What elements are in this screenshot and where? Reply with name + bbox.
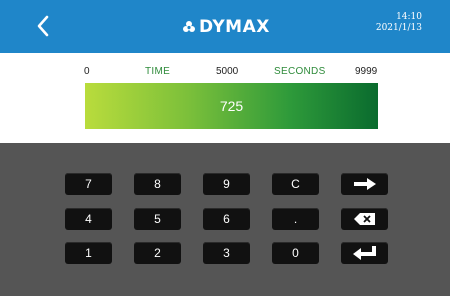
key-3[interactable]: 3 xyxy=(203,242,250,264)
key-label: 4 xyxy=(85,212,92,226)
key-8[interactable]: 8 xyxy=(134,173,181,195)
key-label: 5 xyxy=(154,212,161,226)
time-gradient-bar[interactable]: 725 xyxy=(85,83,378,129)
scale-min: 0 xyxy=(84,66,90,77)
key-label: 1 xyxy=(85,246,92,260)
key-label: 8 xyxy=(154,177,161,191)
keypad: 7 8 9 C 4 5 6 . 1 2 3 0 xyxy=(0,143,450,296)
clock-time: 14:10 xyxy=(396,12,422,22)
key-clear[interactable]: C xyxy=(272,173,319,195)
time-label: TIME xyxy=(145,66,171,77)
key-label: 6 xyxy=(223,212,230,226)
dymax-logo: DYMAX xyxy=(182,16,270,38)
scale-mid: 5000 xyxy=(216,66,239,77)
time-scale: 0 TIME 5000 SECONDS 9999 xyxy=(0,66,450,80)
backspace-icon xyxy=(353,213,375,225)
key-decimal[interactable]: . xyxy=(272,208,319,230)
chevron-left-icon xyxy=(37,15,49,37)
logo-flower-icon xyxy=(183,21,195,32)
next-button[interactable] xyxy=(341,173,388,195)
back-button[interactable] xyxy=(31,12,55,40)
key-label: 3 xyxy=(223,246,230,260)
key-label: 9 xyxy=(223,177,230,191)
key-6[interactable]: 6 xyxy=(203,208,250,230)
arrow-right-icon xyxy=(353,178,376,190)
key-label: 7 xyxy=(85,177,92,191)
logo-text: DYMAX xyxy=(199,17,270,37)
key-label: C xyxy=(291,177,300,191)
seconds-label: SECONDS xyxy=(274,66,326,77)
backspace-button[interactable] xyxy=(341,208,388,230)
key-label: 0 xyxy=(292,246,299,260)
key-0[interactable]: 0 xyxy=(272,242,319,264)
key-1[interactable]: 1 xyxy=(65,242,112,264)
enter-button[interactable] xyxy=(341,242,388,264)
header-bar: DYMAX 14:10 2021/1/13 xyxy=(0,0,450,53)
clock-date: 2021/1/13 xyxy=(375,23,422,33)
scale-max: 9999 xyxy=(355,66,378,77)
time-value: 725 xyxy=(219,98,244,114)
datetime: 14:10 2021/1/13 xyxy=(376,12,422,34)
enter-icon xyxy=(352,246,376,260)
key-label: . xyxy=(293,212,298,226)
key-2[interactable]: 2 xyxy=(134,242,181,264)
key-9[interactable]: 9 xyxy=(203,173,250,195)
key-5[interactable]: 5 xyxy=(134,208,181,230)
key-4[interactable]: 4 xyxy=(65,208,112,230)
key-label: 2 xyxy=(154,246,161,260)
key-7[interactable]: 7 xyxy=(65,173,112,195)
